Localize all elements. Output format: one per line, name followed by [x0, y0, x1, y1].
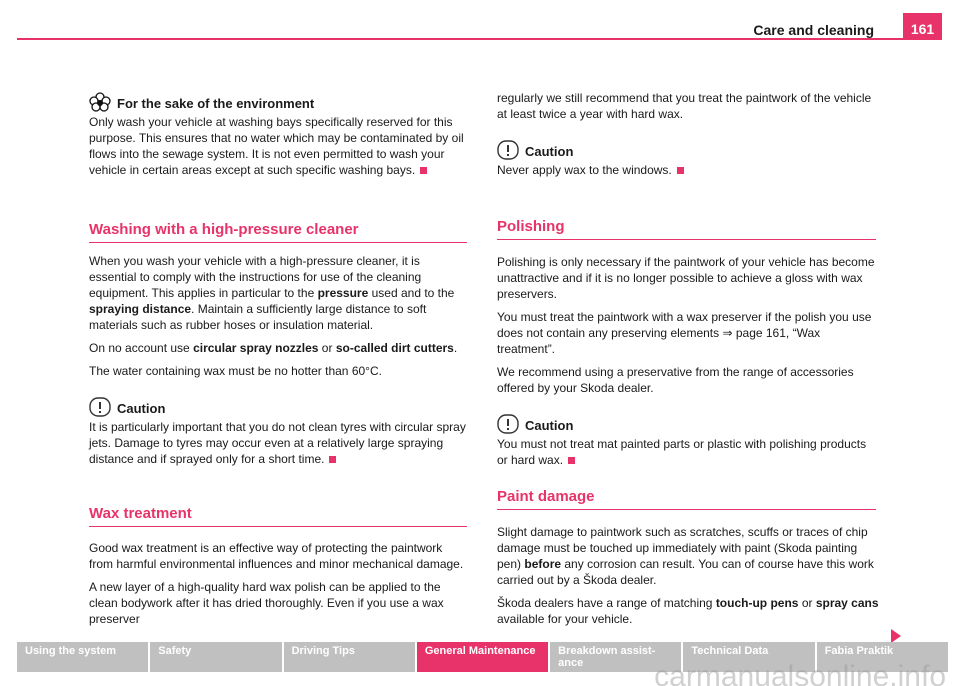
environment-note: For the sake of the environment Only was… [89, 92, 469, 185]
bold-text: spraying distance [89, 302, 192, 316]
page-number: 161 [903, 13, 942, 40]
text: . [453, 341, 458, 355]
text: Polishing is only necessary if the paint… [497, 255, 875, 301]
end-mark-icon [420, 167, 428, 174]
heading-polishing: Polishing [497, 218, 876, 240]
heading-wax-treatment: Wax treatment [89, 505, 467, 527]
high-pressure-section: When you wash your vehicle with a high-p… [89, 253, 469, 474]
next-page-arrow-icon[interactable] [891, 629, 901, 643]
text: You must treat the paintwork with a wax … [497, 310, 872, 356]
text: used and to the [368, 286, 455, 300]
paint-damage-section: Slight damage to paintwork such as scrat… [497, 524, 879, 634]
caution-title: Caution [117, 401, 166, 416]
bold-text: so-called dirt cutters [335, 341, 454, 355]
tab-general-maintenance[interactable]: General Maintenance [416, 642, 549, 672]
header-rule [17, 38, 942, 40]
text: available for your vehicle. [497, 612, 633, 626]
caution-text: You must not treat mat painted parts or … [497, 437, 867, 467]
bold-text: pressure [317, 286, 369, 300]
wax-section: Good wax treatment is an effective way o… [89, 540, 469, 634]
text: Škoda dealers have a range of matching [497, 596, 716, 610]
text: A new layer of a high-quality hard wax p… [89, 580, 444, 626]
flower-icon [89, 92, 111, 112]
text: Good wax treatment is an effective way o… [89, 541, 464, 571]
end-mark-icon [676, 167, 684, 174]
note-text: Only wash your vehicle at washing bays s… [89, 115, 464, 177]
end-mark-icon [329, 456, 337, 463]
caution-text: It is particularly important that you do… [89, 420, 466, 466]
section-title: Care and cleaning [753, 22, 874, 38]
end-mark-icon [568, 457, 576, 464]
bold-text: before [524, 557, 562, 571]
text: On no account use [89, 341, 194, 355]
caution-text: Never apply wax to the windows. [497, 163, 672, 177]
text: or [318, 341, 336, 355]
bold-text: spray cans [815, 596, 879, 610]
caution-icon [89, 397, 111, 417]
heading-paint-damage: Paint damage [497, 488, 876, 510]
polishing-section: Polishing is only necessary if the paint… [497, 254, 879, 475]
right-column-top: regularly we still recommend that you tr… [497, 90, 879, 185]
text: The water containing wax must be no hott… [89, 364, 382, 378]
caution-icon [497, 414, 519, 434]
watermark: carmanualsonline.info [654, 660, 946, 686]
text: We recommend using a preservative from t… [497, 365, 854, 395]
tab-safety[interactable]: Safety [150, 642, 282, 672]
caution-icon [497, 140, 519, 160]
tab-driving-tips[interactable]: Driving Tips [283, 642, 415, 672]
text: or [798, 596, 816, 610]
caution-title: Caution [525, 144, 574, 159]
manual-page: Care and cleaning 161 For the sake of th… [0, 0, 960, 686]
bold-text: touch-up pens [715, 596, 799, 610]
caution-title: Caution [525, 418, 574, 433]
text: regularly we still recommend that you tr… [497, 91, 872, 121]
tab-using-the-system[interactable]: Using the system [17, 642, 149, 672]
note-title: For the sake of the environment [117, 96, 315, 111]
bold-text: circular spray nozzles [193, 341, 319, 355]
heading-high-pressure: Washing with a high-pressure cleaner [89, 221, 467, 243]
